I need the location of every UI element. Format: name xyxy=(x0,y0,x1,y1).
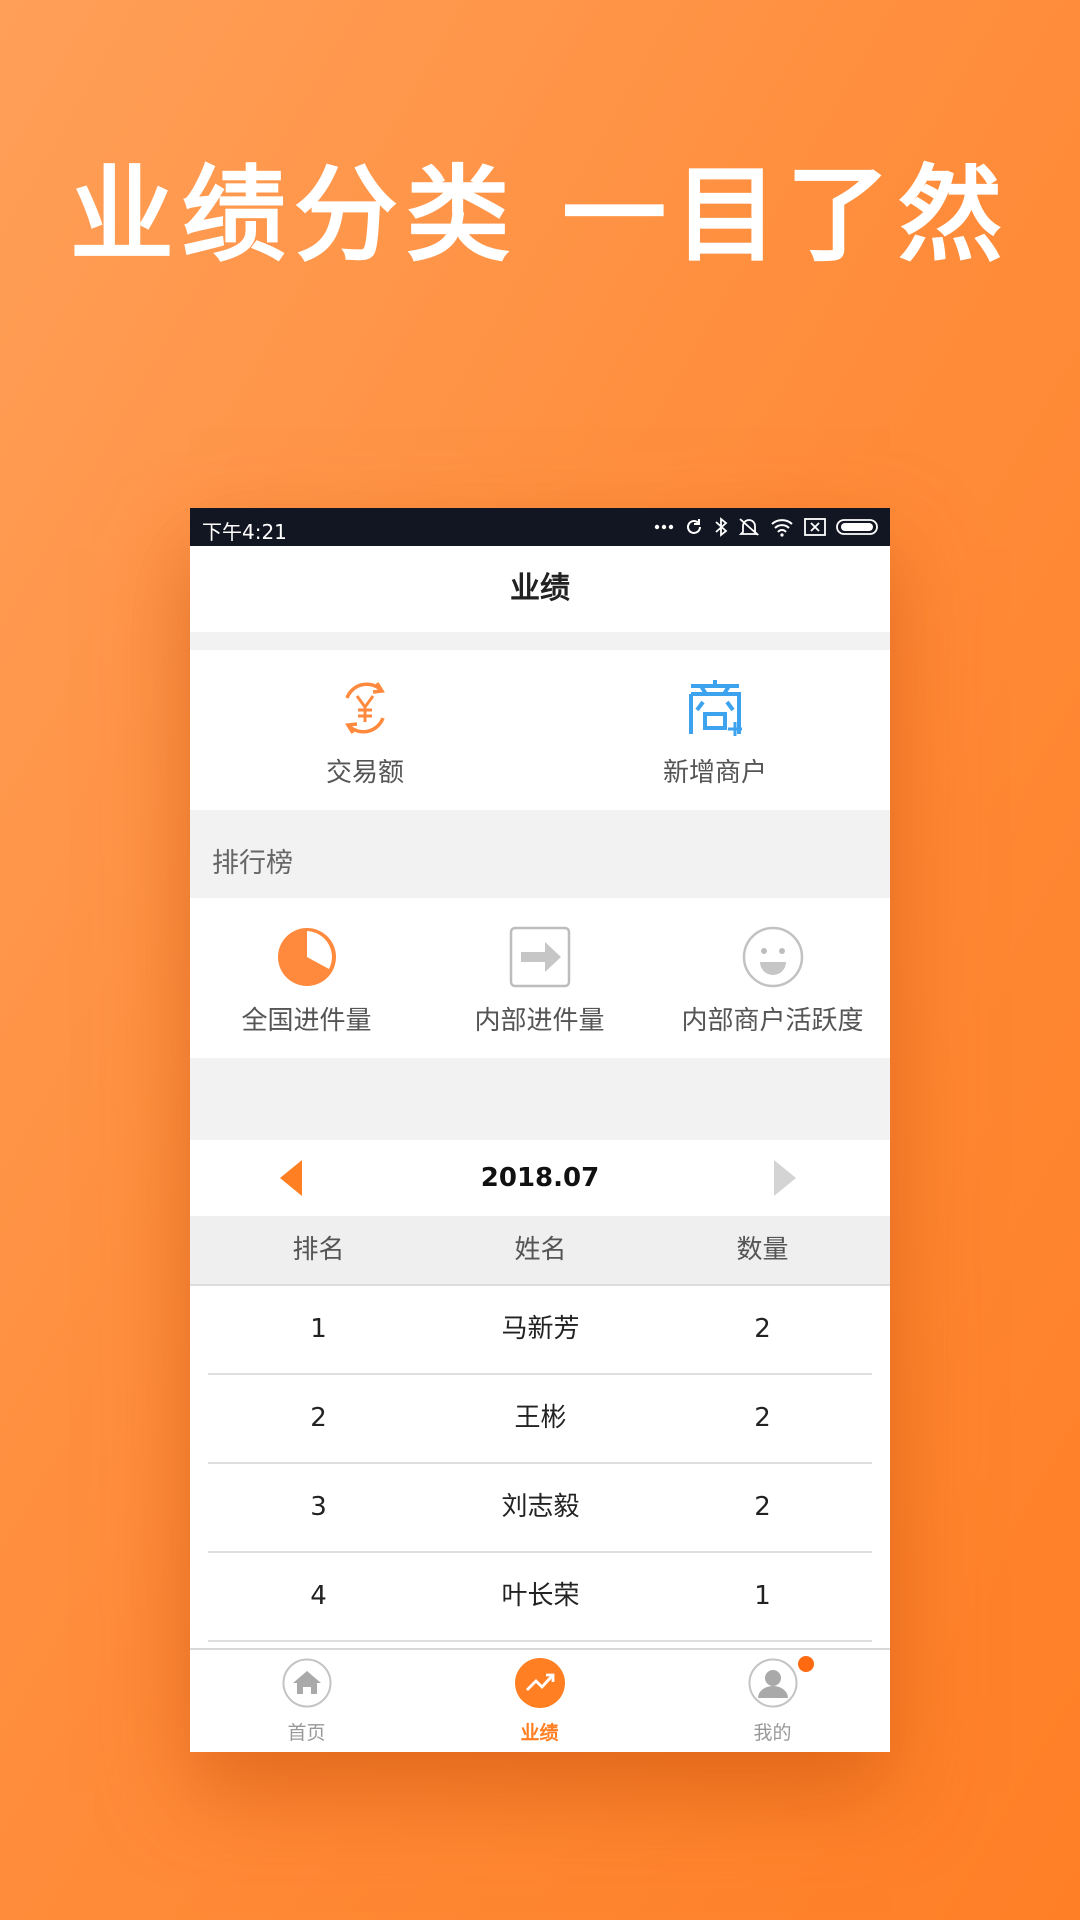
cell-name: 王彬 xyxy=(514,1403,567,1433)
status-time: 下午4:21 xyxy=(202,520,287,544)
rank-label: 内部进件量 xyxy=(474,1006,605,1036)
notification-badge xyxy=(798,1656,814,1672)
tab-home[interactable]: 首页 xyxy=(190,1650,423,1752)
cell-rank: 3 xyxy=(310,1492,327,1522)
card-label: 新增商户 xyxy=(662,758,767,788)
cell-name: 刘志毅 xyxy=(501,1492,580,1522)
ranking-section-label: 排行榜 xyxy=(212,848,293,879)
cell-rank: 2 xyxy=(310,1403,327,1433)
tab-label: 业绩 xyxy=(520,1722,559,1744)
header-count: 数量 xyxy=(736,1235,789,1265)
bluetooth-icon xyxy=(714,517,728,537)
header-rank: 排名 xyxy=(292,1235,345,1265)
arrow-right-box-icon xyxy=(509,926,571,988)
merchant-add-icon xyxy=(683,676,747,740)
cell-count: 2 xyxy=(754,1403,771,1433)
more-dots-icon xyxy=(654,524,674,530)
pie-chart-icon xyxy=(276,926,338,988)
table-row[interactable]: 1 马新芳 2 xyxy=(190,1286,890,1375)
wifi-icon xyxy=(770,517,794,537)
rank-merchant-activity[interactable]: 内部商户活跃度 xyxy=(656,898,889,1058)
table-row[interactable]: 2 王彬 2 xyxy=(190,1375,890,1464)
ranking-categories: 全国进件量 内部进件量 内部商户活跃度 xyxy=(190,898,890,1058)
row-divider xyxy=(208,1640,872,1642)
header-name: 姓名 xyxy=(514,1235,567,1265)
promo-headline: 业绩分类 一目了然 xyxy=(69,154,1011,276)
rank-internal-submissions[interactable]: 内部进件量 xyxy=(423,898,656,1058)
cell-name: 马新芳 xyxy=(501,1314,580,1344)
table-row[interactable]: 3 刘志毅 2 xyxy=(190,1464,890,1553)
table-row[interactable]: 4 叶长荣 1 xyxy=(190,1553,890,1642)
quick-cards: 交易额 新增商户 xyxy=(190,650,890,810)
cell-rank: 1 xyxy=(310,1314,327,1344)
status-icons xyxy=(654,514,880,540)
prev-month-arrow-icon[interactable] xyxy=(280,1160,304,1196)
ranking-table-body: 1 马新芳 2 2 王彬 2 3 刘志毅 2 4 叶长荣 1 xyxy=(190,1286,890,1656)
user-icon xyxy=(748,1658,798,1708)
trend-up-icon xyxy=(515,1658,565,1708)
cell-name: 叶长荣 xyxy=(501,1581,580,1611)
home-icon xyxy=(282,1658,332,1708)
current-month: 2018.07 xyxy=(480,1163,600,1193)
status-bar: 下午4:21 xyxy=(190,508,890,546)
month-navigator: 2018.07 xyxy=(190,1140,890,1216)
rank-label: 全国进件量 xyxy=(241,1006,372,1036)
tab-profile[interactable]: 我的 xyxy=(656,1650,889,1752)
tab-label: 我的 xyxy=(753,1722,792,1744)
rank-label: 内部商户活跃度 xyxy=(681,1006,864,1036)
card-label: 交易额 xyxy=(325,758,404,788)
cell-count: 2 xyxy=(754,1492,771,1522)
battery-icon xyxy=(836,518,880,536)
cell-rank: 4 xyxy=(310,1581,327,1611)
card-transaction-amount[interactable]: 交易额 xyxy=(190,650,540,810)
tab-performance[interactable]: 业绩 xyxy=(423,1650,656,1752)
sim-off-icon xyxy=(804,518,826,536)
next-month-arrow-icon[interactable] xyxy=(772,1160,796,1196)
phone-screen: 下午4:21 业绩 交易额 新增商户 排行榜 全国进件量 内部进件量 内部商户活… xyxy=(190,508,890,1752)
yuan-refresh-icon xyxy=(333,676,397,740)
sync-icon xyxy=(684,517,704,537)
card-new-merchants[interactable]: 新增商户 xyxy=(540,650,890,810)
smiley-icon xyxy=(742,926,804,988)
ranking-table-header: 排名 姓名 数量 xyxy=(190,1216,890,1286)
cell-count: 2 xyxy=(754,1314,771,1344)
page-title: 业绩 xyxy=(190,546,890,632)
cell-count: 1 xyxy=(754,1581,771,1611)
bottom-tab-bar: 首页 业绩 我的 xyxy=(190,1648,890,1752)
tab-label: 首页 xyxy=(287,1722,326,1744)
mute-bell-icon xyxy=(738,517,760,537)
rank-national-submissions[interactable]: 全国进件量 xyxy=(190,898,423,1058)
